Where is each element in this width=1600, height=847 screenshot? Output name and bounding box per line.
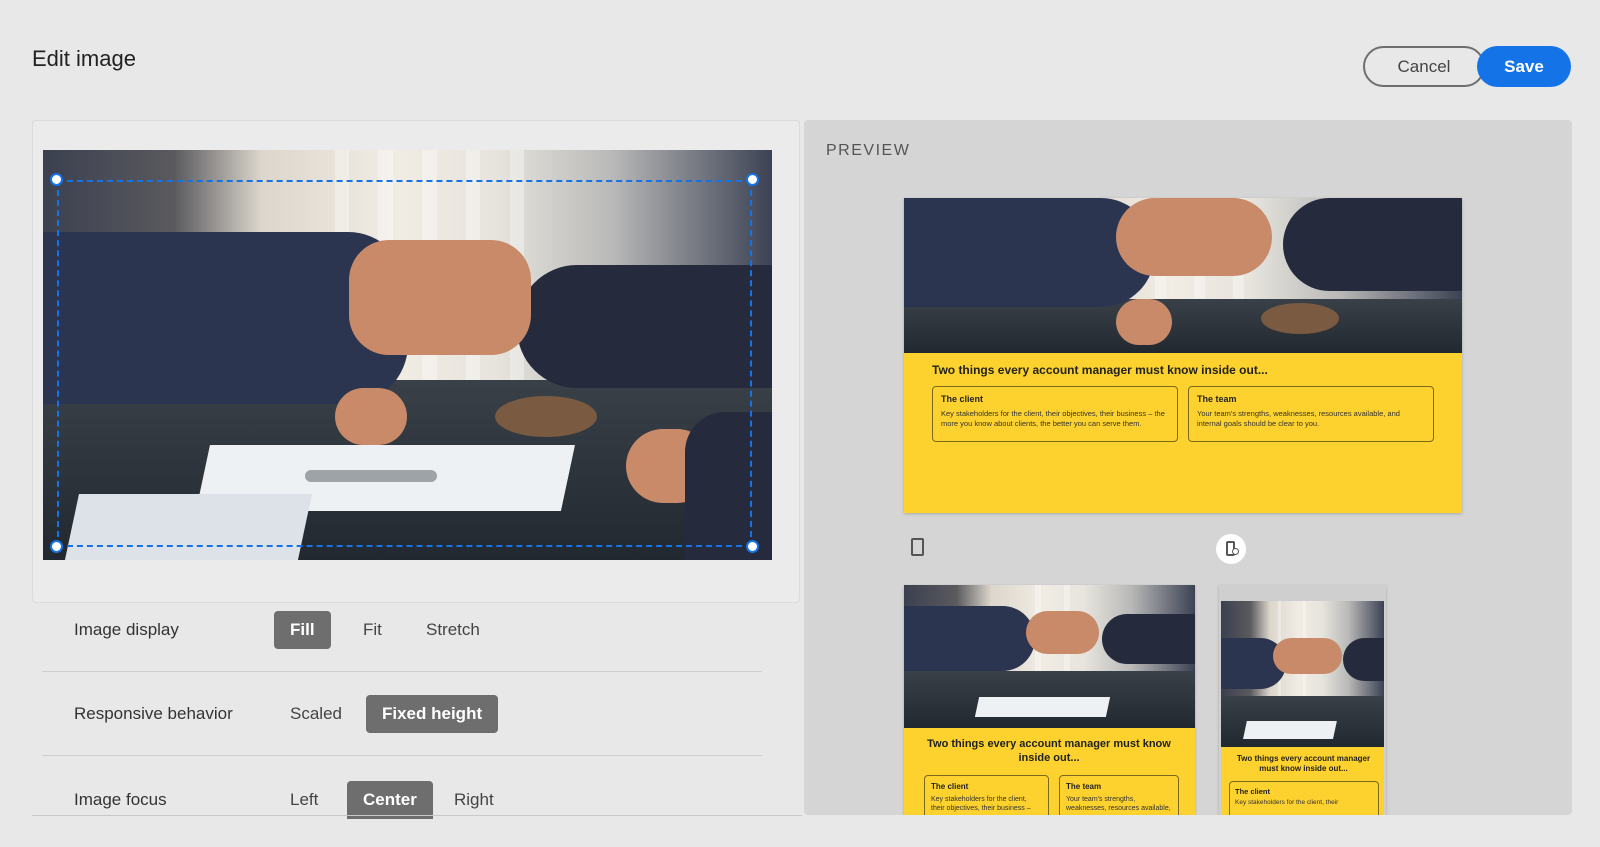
desktop-team-body: Your team's strengths, weaknesses, resou… — [1197, 409, 1400, 429]
desktop-client-title: The client — [941, 394, 984, 404]
preview-label: PREVIEW — [826, 142, 911, 159]
preview-panel: PREVIEW Two things every account manager… — [804, 120, 1572, 815]
mobile-client-body: Key stakeholders for the client, their — [1235, 799, 1339, 806]
tablet-client-body: Key stakeholders for the client, their o… — [931, 796, 1031, 813]
responsive-behavior-label: Responsive behavior — [74, 703, 233, 723]
tablet-preview-photo — [904, 585, 1195, 728]
page-title: Edit image — [32, 46, 136, 71]
option-left[interactable]: Left — [274, 781, 334, 819]
tablet-client-box: The client Key stakeholders for the clie… — [924, 775, 1049, 815]
mobile-preview-card: Two things every account manager must kn… — [1219, 585, 1386, 815]
desktop-preview-card: Two things every account manager must kn… — [904, 198, 1462, 513]
responsive-behavior-row: Responsive behavior Scaled Fixed height — [42, 672, 762, 756]
mobile-client-title: The client — [1235, 787, 1271, 796]
image-display-row: Image display Fill Fit Stretch — [42, 588, 762, 672]
option-fit[interactable]: Fit — [347, 611, 398, 649]
desktop-client-body: Key stakeholders for the client, their o… — [941, 409, 1165, 429]
option-scaled[interactable]: Scaled — [274, 695, 358, 733]
option-right[interactable]: Right — [438, 781, 510, 819]
mobile-icon[interactable] — [1216, 534, 1246, 564]
desktop-preview-photo — [904, 198, 1462, 353]
tablet-icon[interactable] — [911, 538, 924, 556]
tablet-team-body: Your team's strengths, weaknesses, resou… — [1066, 796, 1171, 813]
desktop-client-box: The client Key stakeholders for the clie… — [932, 386, 1178, 442]
crop-handle-bottom-left[interactable] — [50, 540, 63, 553]
tablet-client-title: The client — [931, 782, 969, 791]
crop-frame[interactable] — [57, 180, 752, 547]
desktop-team-title: The team — [1197, 394, 1237, 404]
desktop-team-box: The team Your team's strengths, weakness… — [1188, 386, 1434, 442]
mobile-card-heading: Two things every account manager must kn… — [1236, 754, 1371, 774]
cancel-button[interactable]: Cancel — [1363, 46, 1485, 87]
desktop-card-heading: Two things every account manager must kn… — [932, 363, 1268, 377]
tablet-team-box: The team Your team's strengths, weakness… — [1059, 775, 1179, 815]
image-display-label: Image display — [74, 619, 179, 639]
mobile-preview-photo — [1221, 601, 1384, 747]
option-center[interactable]: Center — [347, 781, 433, 819]
option-stretch[interactable]: Stretch — [410, 611, 496, 649]
controls-bottom-divider — [32, 815, 802, 816]
option-fill[interactable]: Fill — [274, 610, 331, 649]
image-focus-row: Image focus Left Center Right — [42, 756, 762, 819]
crop-handle-top-left[interactable] — [50, 173, 63, 186]
mobile-client-box: The client Key stakeholders for the clie… — [1229, 781, 1379, 815]
crop-handle-bottom-right[interactable] — [746, 540, 759, 553]
tablet-preview-card: Two things every account manager must kn… — [904, 585, 1195, 815]
tablet-card-heading: Two things every account manager must kn… — [927, 738, 1171, 765]
tablet-team-title: The team — [1066, 782, 1102, 791]
save-button[interactable]: Save — [1477, 46, 1571, 87]
image-focus-label: Image focus — [74, 790, 167, 809]
crop-handle-top-right[interactable] — [746, 173, 759, 186]
option-fixed-height[interactable]: Fixed height — [366, 694, 499, 733]
